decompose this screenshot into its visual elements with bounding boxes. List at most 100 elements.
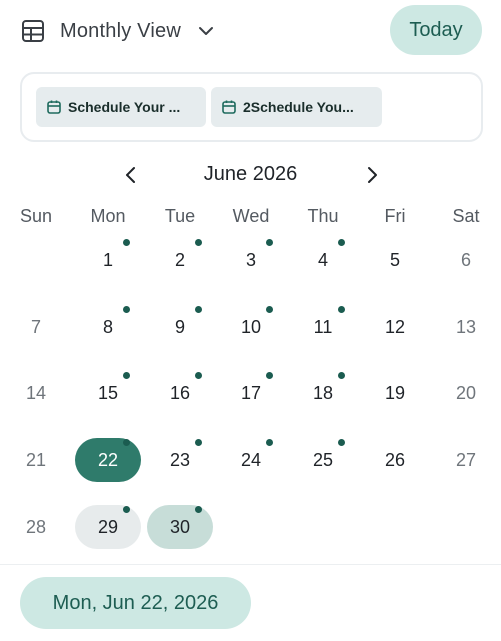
weekday-label: Sat — [452, 206, 480, 226]
event-dot — [195, 439, 202, 446]
event-dot — [266, 439, 273, 446]
day-cell[interactable]: 26 — [362, 438, 428, 482]
day-number: 11 — [313, 316, 333, 337]
event-dot — [195, 372, 202, 379]
calendar-header: Monthly View Today — [0, 0, 501, 62]
day-number: 15 — [97, 382, 119, 403]
day-number: 17 — [240, 382, 262, 403]
view-mode-dropdown[interactable]: Monthly View — [20, 14, 217, 48]
event-dot — [123, 506, 130, 513]
table-grid-icon — [22, 20, 44, 42]
day-cell[interactable]: 19 — [362, 371, 428, 415]
day-cell[interactable]: 16 — [147, 371, 213, 415]
day-cell[interactable]: 8 — [75, 305, 141, 349]
event-chip-title: Schedule Your ... — [68, 99, 181, 115]
day-number: 3 — [245, 249, 256, 270]
event-dot — [123, 306, 130, 313]
day-number: 25 — [312, 449, 334, 470]
weekday-label: Thu — [307, 206, 339, 226]
event-dot — [123, 239, 130, 246]
day-cell[interactable]: 21 — [3, 438, 69, 482]
day-number: 1 — [102, 249, 113, 270]
event-dot — [338, 372, 345, 379]
day-cell[interactable]: 10 — [218, 305, 284, 349]
day-cell[interactable]: 11 — [290, 305, 356, 349]
day-cell[interactable]: 30 — [147, 505, 213, 549]
month-navigation: June 2026 — [0, 158, 501, 192]
day-cell[interactable]: 3 — [218, 238, 284, 282]
day-cell[interactable]: 17 — [218, 371, 284, 415]
day-number: 8 — [102, 316, 113, 337]
day-number: 14 — [25, 382, 47, 403]
day-cell[interactable]: 12 — [362, 305, 428, 349]
view-mode-label: Monthly View — [60, 19, 181, 42]
day-number: 26 — [384, 449, 406, 470]
day-number: 27 — [455, 449, 477, 470]
weekday-header: Sun Mon Tue Wed Thu Fri Sat — [0, 206, 501, 230]
event-dot — [195, 506, 202, 513]
day-cell[interactable]: 6 — [433, 238, 499, 282]
day-cell[interactable]: 2 — [147, 238, 213, 282]
day-number: 19 — [384, 382, 406, 403]
day-cell[interactable]: 15 — [75, 371, 141, 415]
day-cell[interactable]: 27 — [433, 438, 499, 482]
day-cell-selected[interactable]: 22 — [75, 438, 141, 482]
day-number: 2 — [174, 249, 185, 270]
day-number: 29 — [97, 516, 119, 537]
event-dot — [266, 306, 273, 313]
day-cell[interactable]: 9 — [147, 305, 213, 349]
event-dot — [338, 239, 345, 246]
day-number: 4 — [317, 249, 328, 270]
day-number: 10 — [240, 316, 262, 337]
day-cell[interactable]: 7 — [3, 305, 69, 349]
day-number: 21 — [25, 449, 47, 470]
event-dot — [338, 306, 345, 313]
day-cell[interactable]: 24 — [218, 438, 284, 482]
day-cell[interactable]: 1 — [75, 238, 141, 282]
calendar-icon — [47, 100, 61, 114]
weekday-label: Sun — [19, 206, 53, 226]
day-cell[interactable]: 14 — [3, 371, 69, 415]
day-cell[interactable]: 25 — [290, 438, 356, 482]
today-button[interactable]: Today — [390, 5, 482, 55]
day-cell[interactable]: 4 — [290, 238, 356, 282]
selected-date-label: Mon, Jun 22, 2026 — [20, 577, 251, 629]
weekday-label: Tue — [164, 206, 196, 226]
event-dot — [123, 439, 130, 446]
day-number: 24 — [240, 449, 262, 470]
day-number: 12 — [384, 316, 406, 337]
event-dot — [195, 239, 202, 246]
event-chip[interactable]: Schedule Your ... — [36, 87, 206, 127]
chevron-down-icon — [198, 27, 213, 35]
day-cell[interactable]: 23 — [147, 438, 213, 482]
day-cell[interactable]: 29 — [75, 505, 141, 549]
day-number: 30 — [169, 516, 191, 537]
weekday-label: Wed — [232, 206, 270, 226]
day-cell[interactable]: 20 — [433, 371, 499, 415]
divider — [0, 564, 501, 565]
event-dot — [195, 306, 202, 313]
day-number: 20 — [455, 382, 477, 403]
day-cell[interactable]: 13 — [433, 305, 499, 349]
weekday-label: Mon — [90, 206, 126, 226]
weekday-label: Fri — [384, 206, 406, 226]
day-number: 6 — [460, 249, 471, 270]
event-dot — [338, 439, 345, 446]
day-number: 18 — [312, 382, 334, 403]
day-number: 13 — [455, 316, 477, 337]
day-number: 28 — [25, 516, 47, 537]
event-chip[interactable]: 2Schedule You... — [211, 87, 382, 127]
event-dot — [123, 372, 130, 379]
day-number: 5 — [389, 249, 400, 270]
day-cell[interactable]: 5 — [362, 238, 428, 282]
event-dot — [266, 239, 273, 246]
events-strip: Schedule Your ... 2Schedule You... — [20, 72, 483, 142]
day-number: 7 — [30, 316, 41, 337]
calendar-icon — [222, 100, 236, 114]
day-number: 22 — [97, 449, 119, 470]
day-cell[interactable]: 18 — [290, 371, 356, 415]
chevron-right-icon[interactable] — [359, 162, 385, 188]
day-cell[interactable]: 28 — [3, 505, 69, 549]
day-number: 23 — [169, 449, 191, 470]
event-chip-title: 2Schedule You... — [243, 99, 354, 115]
